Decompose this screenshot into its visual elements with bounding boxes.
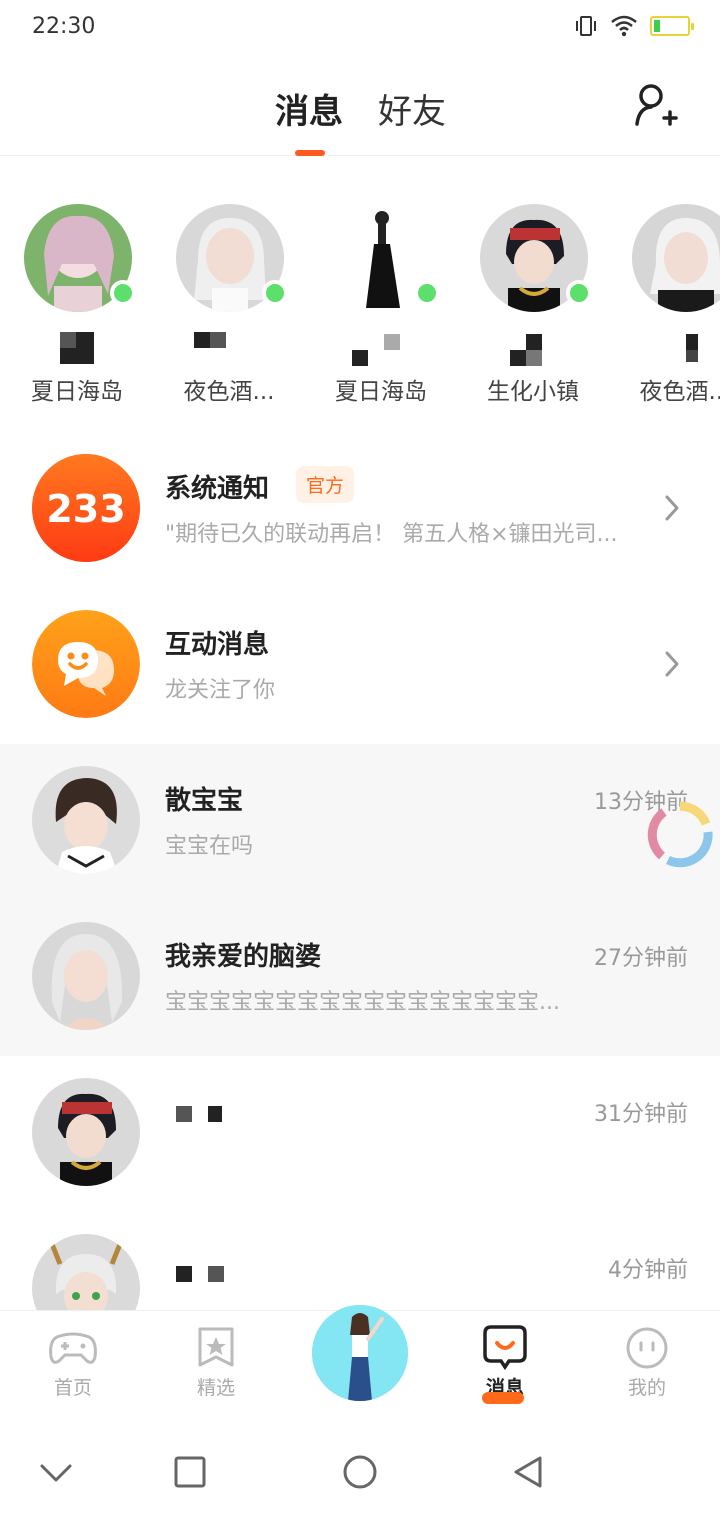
gamepad-icon bbox=[49, 1332, 97, 1364]
status-time: 22:30 bbox=[32, 14, 96, 39]
chat-preview: 宝宝宝宝宝宝宝宝宝宝宝宝宝宝宝宝宝... bbox=[165, 990, 560, 1015]
censored-name bbox=[352, 334, 400, 366]
chat-time: 31分钟前 bbox=[594, 1102, 688, 1127]
nav-home-label: 首页 bbox=[53, 1377, 92, 1399]
chat-row[interactable]: 我亲爱的脑婆 宝宝宝宝宝宝宝宝宝宝宝宝宝宝宝宝宝... 27分钟前 bbox=[0, 900, 720, 1056]
tab-messages[interactable]: 消息 bbox=[275, 84, 343, 133]
system-notice-title: 系统通知 bbox=[165, 474, 270, 504]
recent-apps-icon[interactable] bbox=[170, 1452, 210, 1492]
chat-row[interactable]: 31分钟前 bbox=[0, 1056, 720, 1212]
censored-name bbox=[194, 332, 226, 348]
nav-messages[interactable]: 消息 bbox=[450, 1325, 560, 1400]
online-indicator bbox=[262, 280, 288, 306]
friend-game-label: 夏日海岛 bbox=[31, 379, 123, 405]
system-nav-bar bbox=[0, 1420, 720, 1520]
interaction-row[interactable] bbox=[0, 588, 720, 744]
nav-home[interactable]: 首页 bbox=[18, 1325, 128, 1400]
censored-name bbox=[510, 334, 542, 366]
avatar bbox=[32, 766, 140, 874]
chat-name: 散宝宝 bbox=[165, 786, 244, 816]
back-triangle-icon[interactable] bbox=[508, 1452, 548, 1492]
add-friend-icon[interactable] bbox=[634, 82, 678, 128]
system-notice-row[interactable]: 233 bbox=[0, 432, 720, 588]
interaction-logo bbox=[32, 610, 140, 718]
nav-mine-label: 我的 bbox=[627, 1377, 666, 1399]
interaction-preview: 龙关注了你 bbox=[165, 678, 276, 703]
nav-featured-label: 精选 bbox=[196, 1377, 235, 1399]
nav-avatar-button[interactable] bbox=[312, 1305, 408, 1401]
status-icons bbox=[574, 14, 694, 38]
vibrate-icon bbox=[576, 16, 596, 36]
nav-featured[interactable]: 精选 bbox=[161, 1325, 271, 1400]
chat-name: 我亲爱的脑婆 bbox=[165, 942, 322, 972]
status-bar: 22:30 bbox=[0, 0, 720, 56]
avatar bbox=[32, 1078, 140, 1186]
tab-friends[interactable]: 好友 bbox=[378, 84, 446, 133]
avatar bbox=[32, 922, 140, 1030]
wifi-icon bbox=[611, 15, 637, 37]
friend-game-label: 生化小镇 bbox=[487, 379, 579, 405]
system-logo: 233 bbox=[32, 454, 140, 562]
friend-game-label: 夜色酒... bbox=[183, 379, 275, 405]
loading-spinner-icon bbox=[647, 801, 713, 868]
chat-row[interactable]: 散宝宝 宝宝在吗 13分钟前 bbox=[0, 744, 720, 900]
chat-preview: 宝宝在吗 bbox=[165, 834, 254, 859]
messages-screen: 22:30 消息 好友 夏日海岛 夜色酒... 夏日海岛 生化小镇 夜色酒. 2… bbox=[0, 0, 720, 1520]
system-notice-preview: "期待已久的联动再启！ 第五人格×镰田光司... bbox=[165, 522, 618, 547]
chevron-right-icon bbox=[665, 495, 679, 521]
censored-name bbox=[686, 334, 698, 362]
censored-name bbox=[60, 332, 94, 364]
censored-name bbox=[176, 1106, 222, 1122]
star-bookmark-icon bbox=[198, 1327, 234, 1367]
chat-time: 4分钟前 bbox=[608, 1258, 688, 1283]
svg-text:233: 233 bbox=[46, 487, 125, 531]
chat-time: 27分钟前 bbox=[594, 946, 688, 971]
censored-name bbox=[176, 1266, 224, 1282]
smiley-face-icon bbox=[626, 1327, 668, 1369]
active-tab-indicator bbox=[295, 150, 325, 156]
header: 消息 好友 bbox=[0, 56, 720, 156]
active-tab-pill bbox=[482, 1392, 524, 1404]
friend-game-label: 夜色酒... bbox=[639, 379, 720, 405]
chat-bubble-icon bbox=[483, 1325, 527, 1371]
home-circle-icon[interactable] bbox=[340, 1452, 380, 1492]
avatar bbox=[632, 204, 720, 312]
interaction-title: 互动消息 bbox=[165, 630, 270, 660]
online-indicator bbox=[414, 280, 440, 306]
battery-icon bbox=[650, 16, 694, 36]
friend-game-label: 夏日海岛 bbox=[335, 379, 427, 405]
nav-mine[interactable]: 我的 bbox=[592, 1325, 702, 1400]
online-indicator bbox=[110, 280, 136, 306]
online-friends-strip: 夏日海岛 夜色酒... 夏日海岛 生化小镇 夜色酒. bbox=[0, 200, 720, 410]
chevron-right-icon bbox=[665, 651, 679, 677]
official-badge: 官方 bbox=[296, 466, 355, 503]
online-indicator bbox=[566, 280, 592, 306]
chevron-down-icon[interactable] bbox=[36, 1452, 76, 1492]
